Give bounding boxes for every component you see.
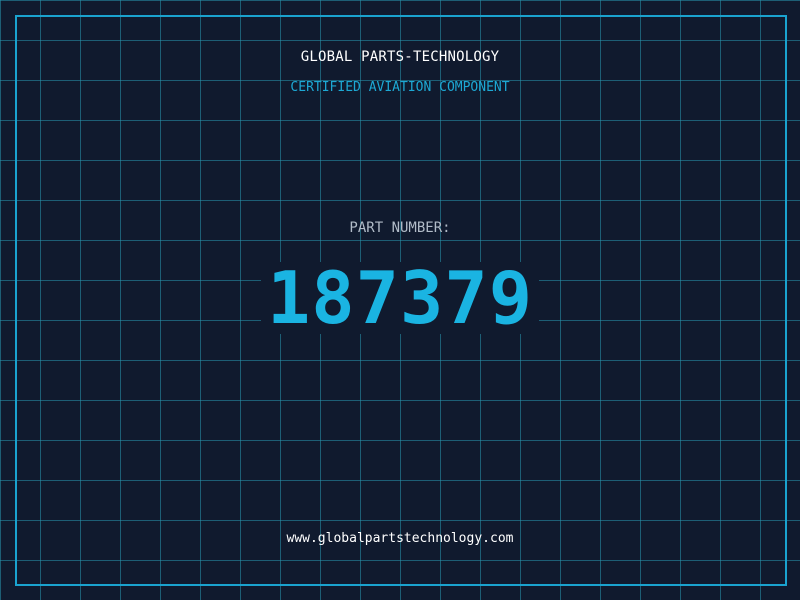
part-number-display: 187379: [0, 262, 800, 334]
part-number-label: PART NUMBER:: [349, 220, 451, 236]
website-url: www.globalpartstechnology.com: [286, 531, 514, 546]
brand-name: GLOBAL PARTS-TECHNOLOGY: [300, 49, 500, 65]
part-label-card: GLOBAL PARTS-TECHNOLOGY CERTIFIED AVIATI…: [0, 0, 800, 600]
part-number-value: 187379: [260, 262, 540, 334]
brand-tagline: CERTIFIED AVIATION COMPONENT: [290, 80, 510, 95]
